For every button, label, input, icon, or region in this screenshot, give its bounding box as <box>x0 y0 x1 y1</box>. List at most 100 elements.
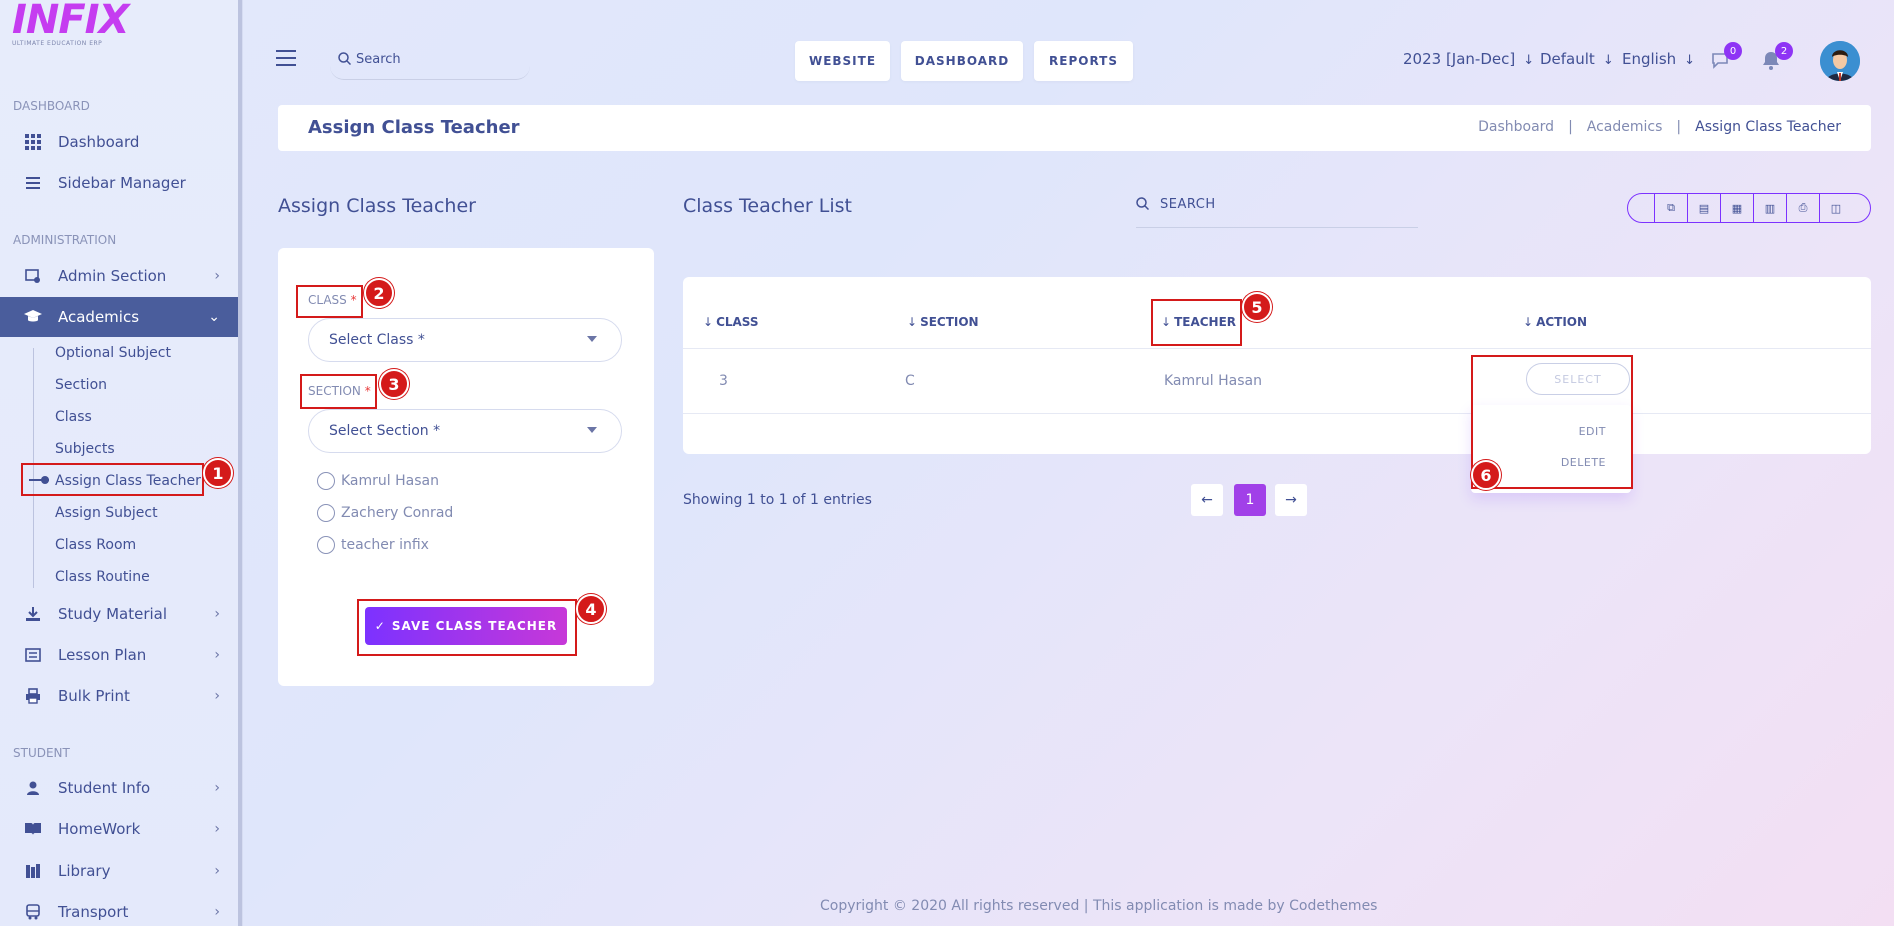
caret-down-icon <box>587 336 597 342</box>
export-buttons: ⧉ ▤ ▦ ▥ ⎙ ◫ <box>1627 193 1871 223</box>
sidebar-sub-optional-subject[interactable]: Optional Subject <box>55 345 171 361</box>
list-box-icon <box>24 646 42 664</box>
chevron-right-icon: › <box>214 904 220 920</box>
website-button[interactable]: WEBSITE <box>795 41 890 81</box>
column-header-class[interactable]: ↓ CLASS <box>703 315 759 329</box>
sidebar-sub-class-routine[interactable]: Class Routine <box>55 569 150 585</box>
csv-button[interactable]: ▦ <box>1720 194 1753 222</box>
sidebar-item-study-material[interactable]: Study Material › <box>0 594 240 634</box>
row-divider <box>683 413 1871 414</box>
language-value: English <box>1622 50 1677 68</box>
bars-icon <box>24 174 42 192</box>
sidebar-item-transport[interactable]: Transport › <box>0 892 240 926</box>
sidebar-item-label: Sidebar Manager <box>58 174 186 192</box>
cell-class: 3 <box>719 373 728 389</box>
section-select[interactable]: Select Section * <box>308 409 622 453</box>
excel-button[interactable]: ▤ <box>1687 194 1720 222</box>
session-select[interactable]: 2023 [Jan-Dec] ↓ <box>1403 50 1534 68</box>
caret-down-icon <box>587 427 597 433</box>
logo[interactable]: INFIX ULTIMATE EDUCATION ERP <box>12 0 132 50</box>
class-select[interactable]: Select Class * <box>308 318 622 362</box>
sidebar-item-admin-section[interactable]: Admin Section › <box>0 256 240 296</box>
sidebar-item-label: HomeWork <box>58 820 141 838</box>
sidebar-item-label: Student Info <box>58 779 151 797</box>
graduation-cap-icon <box>24 308 42 326</box>
teacher-radio-zachery[interactable]: Zachery Conrad <box>317 504 453 522</box>
library-icon <box>24 862 42 880</box>
avatar[interactable] <box>1820 41 1860 81</box>
sort-arrow-icon: ↓ <box>703 315 714 329</box>
teacher-name: Zachery Conrad <box>341 505 454 521</box>
search-icon <box>338 52 352 69</box>
sidebar-item-dashboard[interactable]: Dashboard <box>0 122 240 162</box>
sidebar-scrollbar[interactable] <box>238 0 242 926</box>
breadcrumb-dashboard[interactable]: Dashboard <box>1478 119 1554 135</box>
sidebar-item-sidebar-manager[interactable]: Sidebar Manager <box>0 163 240 203</box>
highlight-box-4 <box>357 599 577 656</box>
breadcrumb-academics[interactable]: Academics <box>1587 119 1663 135</box>
teacher-radio-infix[interactable]: teacher infix <box>317 536 429 554</box>
highlight-box-3 <box>300 374 377 409</box>
footer-copyright: Copyright © 2020 All rights reserved | T… <box>820 898 1378 914</box>
page-title: Assign Class Teacher <box>308 117 520 138</box>
copy-button[interactable]: ⧉ <box>1654 194 1687 222</box>
columns-button[interactable]: ◫ <box>1819 194 1852 222</box>
radio-circle <box>317 504 335 522</box>
sidebar-sub-assign-subject[interactable]: Assign Subject <box>55 505 158 521</box>
copy-icon: ⧉ <box>1667 201 1675 214</box>
sidebar-item-student-info[interactable]: Student Info › <box>0 768 240 808</box>
column-header-section[interactable]: ↓ SECTION <box>907 315 979 329</box>
sidebar-item-homework[interactable]: HomeWork › <box>0 809 240 849</box>
radio-circle <box>317 536 335 554</box>
sidebar-item-lesson-plan[interactable]: Lesson Plan › <box>0 635 240 675</box>
notifications-button[interactable]: 2 <box>1761 42 1793 72</box>
search-icon <box>1136 197 1150 214</box>
page-header: Assign Class Teacher Dashboard | Academi… <box>278 105 1871 151</box>
column-label: SECTION <box>920 315 979 329</box>
sidebar-item-library[interactable]: Library › <box>0 851 240 891</box>
marker-5: 5 <box>1242 292 1272 322</box>
sidebar-sub-class-room[interactable]: Class Room <box>55 537 136 553</box>
list-search-input[interactable]: SEARCH <box>1136 193 1418 228</box>
teacher-name: Kamrul Hasan <box>341 473 439 489</box>
hamburger-menu-icon[interactable] <box>276 50 296 66</box>
teacher-radio-kamrul[interactable]: Kamrul Hasan <box>317 472 439 490</box>
form-title: Assign Class Teacher <box>278 195 476 217</box>
breadcrumb-current: Assign Class Teacher <box>1695 119 1841 135</box>
sidebar-sub-subjects[interactable]: Subjects <box>55 441 115 457</box>
sidebar-sub-section[interactable]: Section <box>55 377 107 393</box>
csv-icon: ▦ <box>1731 201 1743 215</box>
column-label: ACTION <box>1536 315 1588 329</box>
column-header-action[interactable]: ↓ ACTION <box>1523 315 1587 329</box>
printer-icon: ⎙ <box>1798 201 1808 214</box>
notifications-badge: 2 <box>1775 42 1793 60</box>
sidebar-item-label: Transport <box>58 903 129 921</box>
language-select[interactable]: English ↓ <box>1622 50 1695 68</box>
next-page-button[interactable]: → <box>1275 484 1307 516</box>
print-button[interactable]: ⎙ <box>1786 194 1819 222</box>
arrow-down-icon: ↓ <box>1684 53 1696 68</box>
dashboard-button[interactable]: DASHBOARD <box>901 41 1023 81</box>
sidebar-sub-class[interactable]: Class <box>55 409 92 425</box>
section-dashboard: DASHBOARD <box>13 99 90 113</box>
user-icon <box>24 779 42 797</box>
messages-button[interactable]: 0 <box>1710 42 1742 72</box>
user-avatar-icon <box>1820 41 1860 81</box>
sidebar-item-bulk-print[interactable]: Bulk Print › <box>0 676 240 716</box>
page-1-button[interactable]: 1 <box>1234 484 1266 516</box>
global-search-input[interactable]: Search <box>330 46 530 80</box>
chevron-right-icon: › <box>214 688 220 704</box>
marker-2: 2 <box>364 278 394 308</box>
pdf-button[interactable]: ▥ <box>1753 194 1786 222</box>
reports-button[interactable]: REPORTS <box>1034 41 1133 81</box>
sidebar-item-academics[interactable]: Academics ⌄ <box>0 297 240 337</box>
book-icon <box>24 820 42 838</box>
prev-page-button[interactable]: ← <box>1191 484 1223 516</box>
sidebar-item-label: Lesson Plan <box>58 646 147 664</box>
sort-arrow-icon: ↓ <box>907 315 918 329</box>
marker-3: 3 <box>379 369 409 399</box>
global-search-placeholder: Search <box>356 52 401 67</box>
radio-circle <box>317 472 335 490</box>
style-select[interactable]: Default ↓ <box>1540 50 1614 68</box>
session-value: 2023 [Jan-Dec] <box>1403 50 1516 68</box>
